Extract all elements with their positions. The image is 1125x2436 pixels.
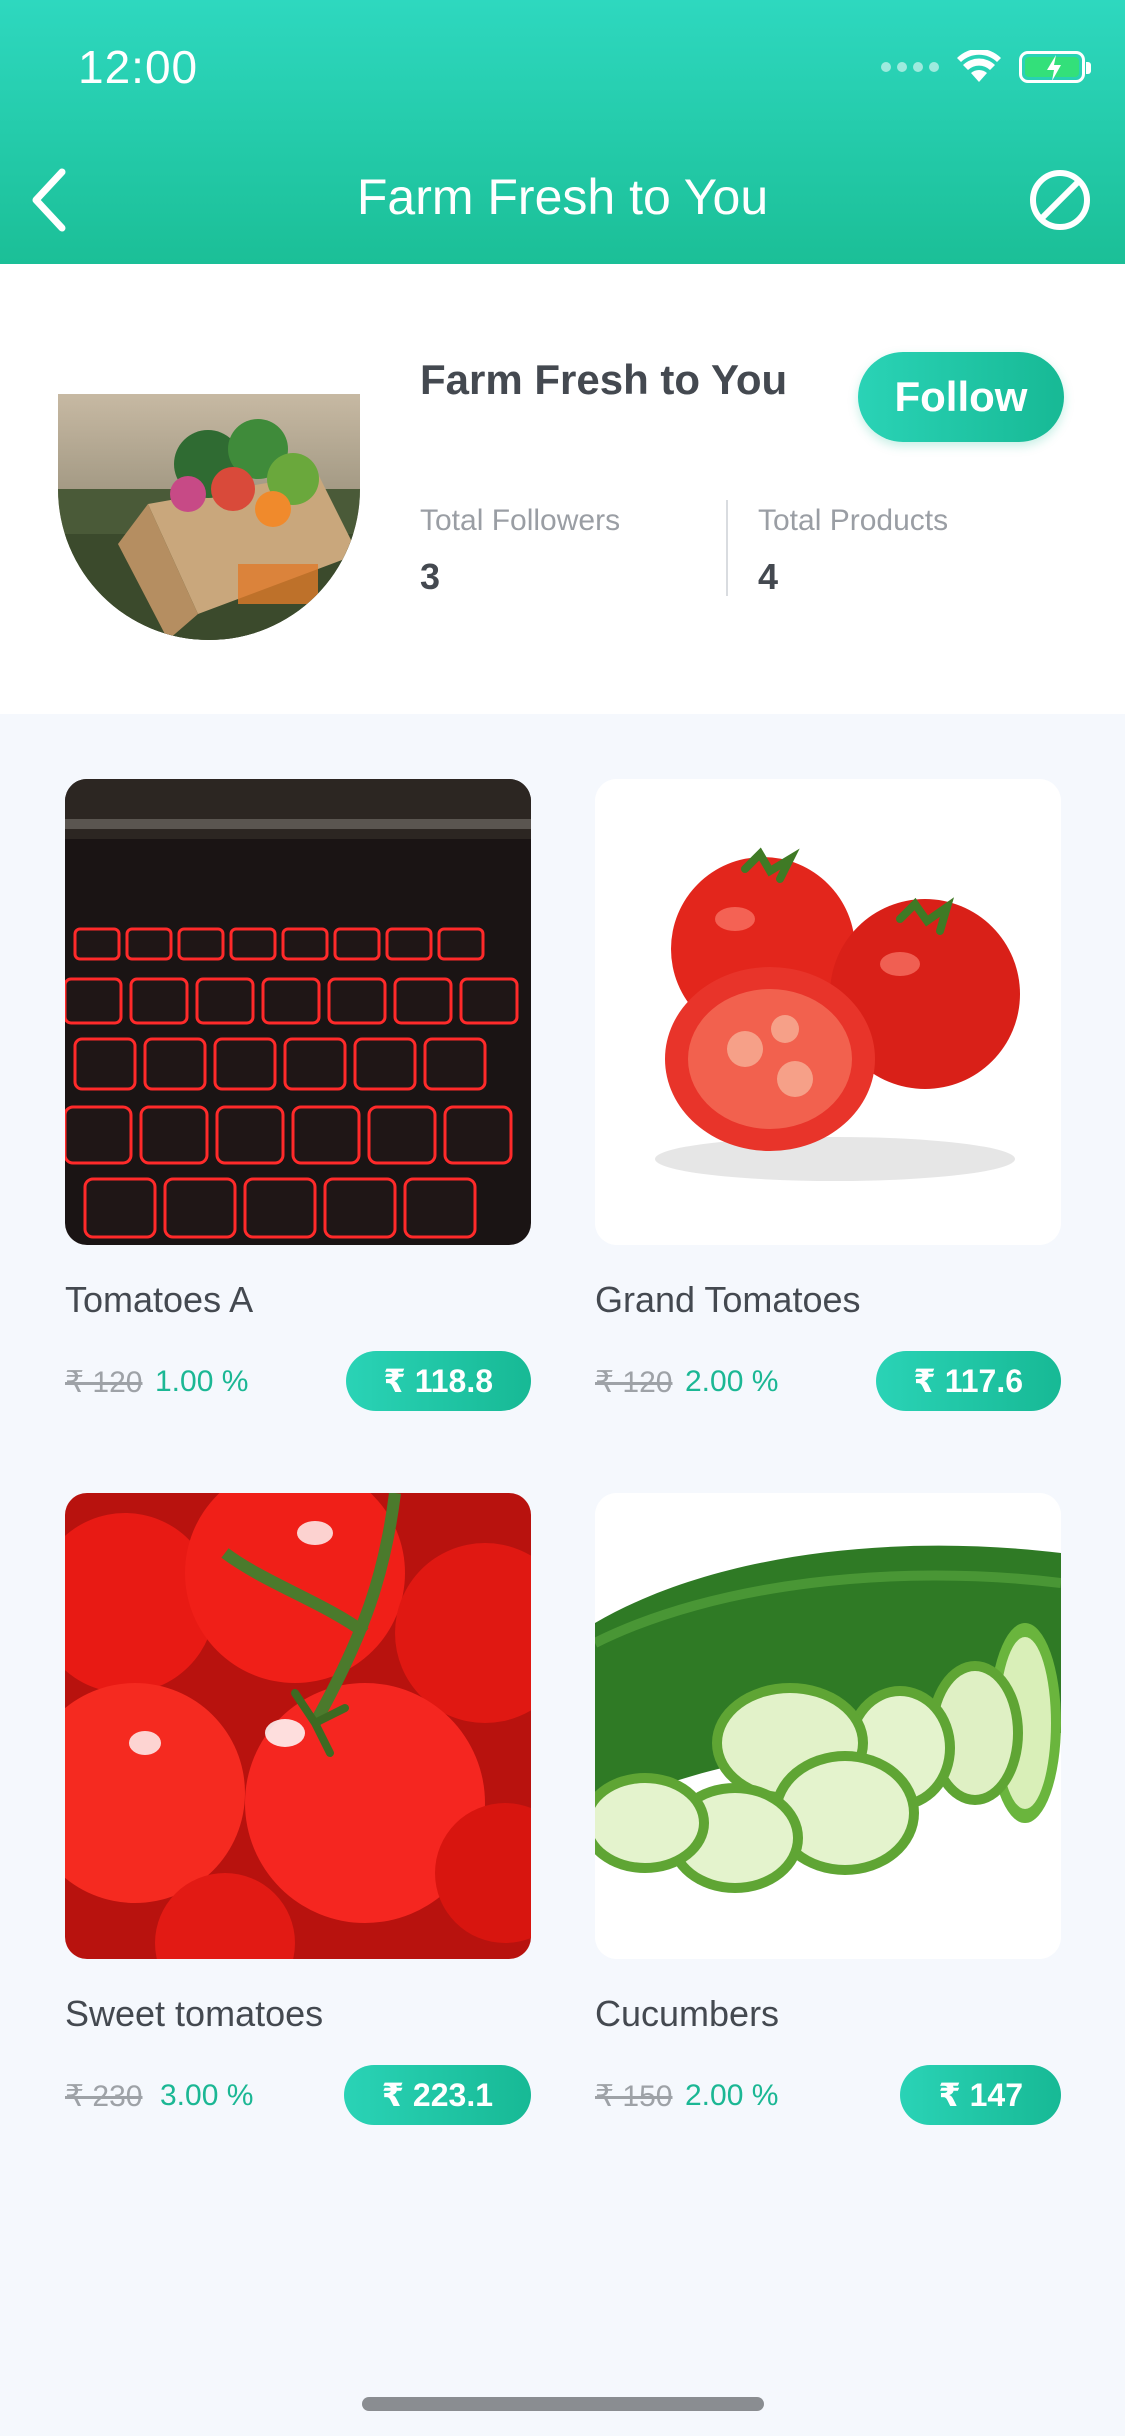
battery-icon <box>1019 51 1091 83</box>
home-indicator[interactable] <box>362 2397 764 2411</box>
product-discount: 3.00 % <box>160 2079 254 2112</box>
app-header: 12:00 Farm Fresh to You <box>0 0 1125 264</box>
product-name: Cucumbers <box>595 1993 780 2034</box>
shop-profile-card: Farm Fresh to You Follow Total Followers… <box>0 264 1125 714</box>
product-old-price: ₹ 150 <box>595 2080 673 2113</box>
product-name: Grand Tomatoes <box>595 1279 861 1320</box>
block-icon <box>1030 170 1090 230</box>
product-old-price: ₹ 120 <box>65 1366 143 1399</box>
product-price-button[interactable]: ₹ 118.8 <box>345 1351 531 1411</box>
shop-avatar <box>58 394 360 640</box>
block-button[interactable] <box>1025 165 1095 235</box>
product-discount: 1.00 % <box>155 1365 249 1398</box>
followers-count: 3 <box>420 556 441 597</box>
cellular-signal-icon <box>881 62 939 72</box>
product-old-price: ₹ 120 <box>595 1366 673 1399</box>
product-name: Tomatoes A <box>65 1279 254 1320</box>
status-time: 12:00 <box>78 41 199 93</box>
wifi-icon <box>957 50 1001 82</box>
product-price-button[interactable]: ₹ 117.6 <box>875 1351 1061 1411</box>
followers-label: Total Followers <box>420 504 621 537</box>
product-old-price: ₹ 230 <box>65 2080 143 2113</box>
product-discount: 2.00 % <box>685 1365 779 1398</box>
product-discount: 2.00 % <box>685 2079 779 2112</box>
product-image-tomato-vine[interactable] <box>65 1493 531 1959</box>
page-title: Farm Fresh to You <box>356 169 769 225</box>
product-price-button[interactable]: ₹ 223.1 <box>343 2065 531 2125</box>
product-image-keyboard[interactable] <box>65 779 531 1245</box>
product-image-cucumber[interactable] <box>595 1493 1061 1959</box>
status-icons <box>881 50 1091 84</box>
products-label: Total Products <box>758 504 949 537</box>
product-price-button[interactable]: ₹ 147 <box>900 2065 1061 2125</box>
follow-button[interactable]: Follow <box>858 352 1064 442</box>
product-image-tomatoes[interactable] <box>595 779 1061 1245</box>
products-count: 4 <box>758 556 779 597</box>
shop-name: Farm Fresh to You <box>420 356 788 403</box>
stat-divider <box>726 500 728 596</box>
product-name: Sweet tomatoes <box>65 1993 324 2034</box>
